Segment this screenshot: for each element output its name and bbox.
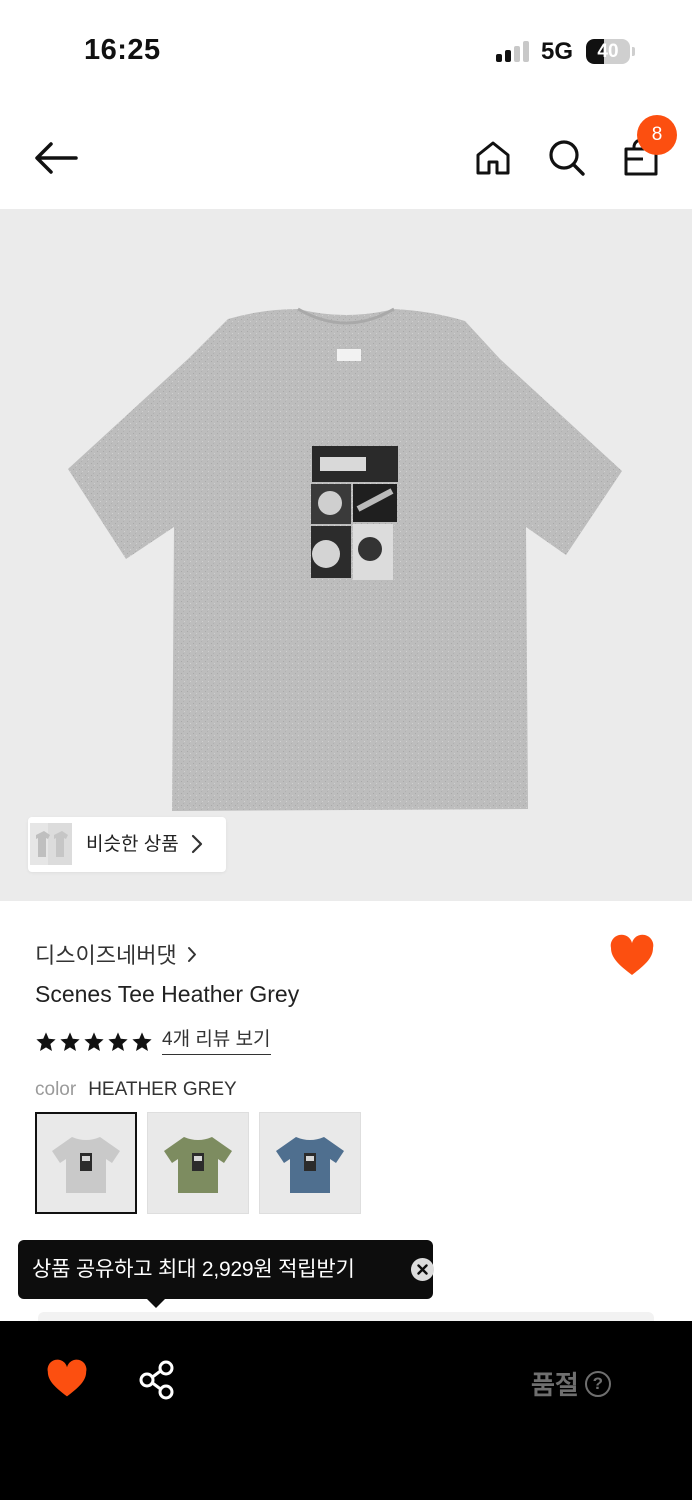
- color-value: HEATHER GREY: [88, 1079, 237, 1100]
- star-icon: [108, 1032, 128, 1051]
- tooltip-close-button[interactable]: [411, 1258, 434, 1281]
- star-icon: [36, 1032, 56, 1051]
- close-icon: [417, 1264, 428, 1275]
- help-icon[interactable]: ?: [584, 1370, 611, 1397]
- status-time: 16:25: [84, 34, 161, 66]
- product-image[interactable]: [0, 209, 692, 901]
- search-icon: [549, 140, 585, 176]
- status-bar: 16:25 5G 40: [0, 0, 692, 100]
- arrow-left-icon: [35, 142, 78, 174]
- soldout-label: 품절: [531, 1370, 579, 1400]
- product-name: Scenes Tee Heather Grey: [35, 981, 300, 1007]
- tooltip-text: 상품 공유하고 최대 2,929원 적립받기: [32, 1258, 355, 1281]
- swatch-tshirt-image: [164, 1137, 232, 1193]
- product-tshirt-image: [68, 307, 622, 811]
- signal-icon: [496, 40, 532, 62]
- similar-products-button[interactable]: 비슷한 상품: [28, 817, 226, 872]
- review-link[interactable]: 4개 리뷰 보기: [162, 1029, 271, 1055]
- star-icon: [132, 1032, 152, 1051]
- bottom-like-button[interactable]: [46, 1359, 88, 1401]
- color-row: color HEATHER GREY: [35, 1079, 237, 1101]
- brand-link[interactable]: 디스이즈네버댓: [35, 938, 197, 970]
- chevron-right-icon: [191, 834, 203, 854]
- color-swatch-blue[interactable]: [259, 1112, 361, 1214]
- similar-thumbs: [28, 823, 76, 865]
- share-icon: [139, 1360, 174, 1400]
- swatch-tshirt-image: [52, 1137, 120, 1193]
- chevron-right-icon: [187, 946, 196, 962]
- bottom-action-bar: 품절 ?: [0, 1321, 692, 1500]
- battery-cap: [632, 47, 635, 56]
- heart-icon: [610, 934, 654, 975]
- soldout-status: 품절 ?: [531, 1365, 611, 1402]
- similar-products-label: 비슷한 상품: [86, 834, 179, 855]
- star-icon: [84, 1032, 104, 1051]
- top-nav: [0, 110, 692, 206]
- rating-row: 4개 리뷰 보기: [35, 1029, 271, 1055]
- cart-count-badge: 8: [637, 115, 677, 155]
- brand-name: 디스이즈네버댓: [35, 943, 177, 968]
- star-icon: [60, 1032, 80, 1051]
- color-swatch-heather-grey[interactable]: [35, 1112, 137, 1214]
- color-swatches: [35, 1112, 361, 1214]
- tooltip-arrow: [146, 1298, 166, 1308]
- back-button[interactable]: [32, 134, 80, 182]
- color-swatch-olive[interactable]: [147, 1112, 249, 1214]
- home-icon: [476, 141, 510, 175]
- swatch-tshirt-image: [276, 1137, 344, 1193]
- network-label: 5G: [541, 38, 574, 65]
- share-button[interactable]: [137, 1360, 177, 1400]
- battery-percent: 40: [597, 41, 619, 62]
- battery-icon: 40: [586, 39, 630, 64]
- search-button[interactable]: [543, 134, 591, 182]
- wishlist-heart-button[interactable]: [609, 934, 655, 980]
- share-reward-tooltip: 상품 공유하고 최대 2,929원 적립받기: [18, 1240, 434, 1299]
- color-label: color: [35, 1079, 77, 1100]
- heart-icon: [47, 1359, 87, 1397]
- home-button[interactable]: [469, 134, 517, 182]
- rating-stars: [35, 1031, 153, 1053]
